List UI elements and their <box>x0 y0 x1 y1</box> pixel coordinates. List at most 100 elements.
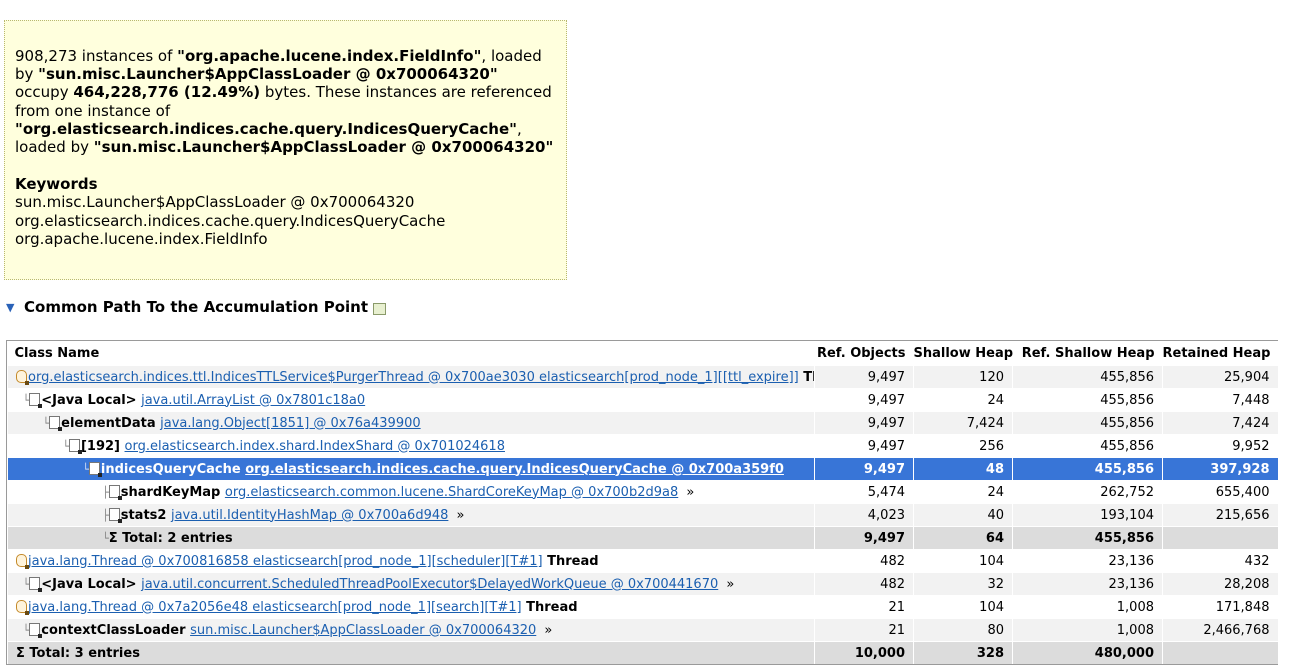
tree-connector: └ <box>16 439 69 453</box>
object-link[interactable]: java.util.ArrayList @ 0x7801c18a0 <box>141 393 365 408</box>
shallow-heap-cell: 24 <box>913 480 1013 504</box>
table-row-selected[interactable]: └ indicesQueryCache org.elasticsearch.ind… <box>7 457 1278 481</box>
shallow-heap-cell: 104 <box>913 549 1013 573</box>
referencing-class: "org.elasticsearch.indices.cache.query.I… <box>15 119 517 138</box>
object-link[interactable]: java.lang.Thread @ 0x700816858 elasticse… <box>28 554 543 569</box>
object-link[interactable]: java.util.IdentityHashMap @ 0x700a6d948 <box>171 508 448 523</box>
sigma-total-label: Σ Total: 2 entries <box>108 530 233 546</box>
retained-heap-cell: 655,400 <box>1162 480 1278 504</box>
ref-shallow-heap-cell: 455,856 <box>1012 411 1163 435</box>
object-link[interactable]: org.elasticsearch.common.lucene.ShardCor… <box>225 485 678 500</box>
shallow-heap-cell: 104 <box>913 595 1013 619</box>
ref-objects-cell: 9,497 <box>814 434 914 458</box>
table-row[interactable]: └ contextClassLoader sun.misc.Launcher$Ap… <box>7 618 1278 642</box>
shallow-heap-cell: 80 <box>913 618 1013 642</box>
tree-connector: ├ <box>16 508 109 522</box>
thread-icon <box>16 553 29 569</box>
table-row[interactable]: org.elasticsearch.indices.ttl.IndicesTTL… <box>7 365 1278 389</box>
table-row[interactable]: └ [192] org.elasticsearch.index.shard.Ind… <box>7 434 1278 458</box>
keyword-item: sun.misc.Launcher$AppClassLoader @ 0x700… <box>15 193 415 212</box>
ref-shallow-heap-cell: 455,856 <box>1012 388 1163 412</box>
section-export-icon[interactable] <box>373 303 387 315</box>
shallow-heap-cell: 48 <box>913 457 1013 481</box>
table-row[interactable]: ├ stats2 java.util.IdentityHashMap @ 0x70… <box>7 503 1278 527</box>
object-link[interactable]: java.lang.Object[1851] @ 0x76a439900 <box>160 416 421 431</box>
tree-connector: └ <box>16 462 89 476</box>
shallow-heap-cell: 64 <box>913 526 1013 550</box>
ref-objects-cell: 9,497 <box>814 388 914 412</box>
table-total-row: Σ Total: 3 entries 10,000 328 480,000 <box>7 641 1278 664</box>
table-row[interactable]: java.lang.Thread @ 0x700816858 elasticse… <box>7 549 1278 573</box>
expand-more-icon[interactable]: » <box>682 485 694 500</box>
object-icon <box>108 484 122 500</box>
object-link[interactable]: sun.misc.Launcher$AppClassLoader @ 0x700… <box>190 623 536 638</box>
expand-more-icon[interactable]: » <box>722 577 734 592</box>
col-header-ref-objects[interactable]: Ref. Objects <box>814 341 914 366</box>
suspect-class: "org.apache.lucene.index.FieldInfo" <box>177 47 482 65</box>
keyword-item: org.elasticsearch.indices.cache.query.In… <box>15 211 446 230</box>
table-row[interactable]: └ <Java Local> java.util.concurrent.Sched… <box>7 572 1278 596</box>
tree-connector: └ <box>16 531 109 545</box>
shallow-heap-cell: 24 <box>913 388 1013 412</box>
object-link[interactable]: org.elasticsearch.indices.ttl.IndicesTTL… <box>28 370 799 385</box>
class-name-cell: └ <Java Local> java.util.concurrent.Sched… <box>7 572 815 596</box>
retained-heap-cell <box>1162 526 1278 550</box>
retained-heap-cell: 215,656 <box>1162 503 1278 527</box>
ref-objects-cell: 9,497 <box>814 365 914 389</box>
ref-objects-cell: 9,497 <box>814 526 914 550</box>
ref-shallow-heap-cell: 455,856 <box>1012 526 1163 550</box>
shallow-heap-cell: 256 <box>913 434 1013 458</box>
tree-connector: └ <box>16 416 50 430</box>
chevron-down-icon[interactable]: ▼ <box>6 301 24 314</box>
retained-heap-cell: 432 <box>1162 549 1278 573</box>
class-name-cell: org.elasticsearch.indices.ttl.IndicesTTL… <box>7 365 815 389</box>
object-icon <box>88 461 102 477</box>
section-header: ▼ Common Path To the Accumulation Point <box>6 296 387 318</box>
retained-heap-cell: 7,448 <box>1162 388 1278 412</box>
shallow-heap-cell: 32 <box>913 572 1013 596</box>
ref-shallow-heap-cell: 455,856 <box>1012 457 1163 481</box>
table-total-row: └Σ Total: 2 entries 9,497 64 455,856 <box>7 526 1278 550</box>
ref-shallow-heap-cell: 23,136 <box>1012 572 1163 596</box>
class-name-cell: └ elementData java.lang.Object[1851] @ 0x… <box>7 411 815 435</box>
retained-heap-cell: 9,952 <box>1162 434 1278 458</box>
table-row[interactable]: ├ shardKeyMap org.elasticsearch.common.lu… <box>7 480 1278 504</box>
ref-shallow-heap-cell: 23,136 <box>1012 549 1163 573</box>
ref-shallow-heap-cell: 1,008 <box>1012 595 1163 619</box>
ref-shallow-heap-cell: 455,856 <box>1012 434 1163 458</box>
object-icon <box>108 507 122 523</box>
retained-heap-cell: 2,466,768 <box>1162 618 1278 642</box>
ref-objects-cell: 21 <box>814 595 914 619</box>
object-link[interactable]: org.elasticsearch.indices.cache.query.In… <box>245 462 784 477</box>
shallow-heap-cell: 328 <box>913 641 1013 664</box>
col-header-shallow-heap[interactable]: Shallow Heap <box>913 341 1013 366</box>
expand-more-icon[interactable]: » <box>540 623 552 638</box>
class-name-cell: ├ stats2 java.util.IdentityHashMap @ 0x70… <box>7 503 815 527</box>
table-row[interactable]: └ <Java Local> java.util.ArrayList @ 0x78… <box>7 388 1278 412</box>
ref-objects-cell: 10,000 <box>814 641 914 664</box>
class-name-cell: Σ Total: 3 entries <box>7 641 815 664</box>
retained-heap-cell: 171,848 <box>1162 595 1278 619</box>
col-header-ref-shallow-heap[interactable]: Ref. Shallow Heap <box>1012 341 1163 366</box>
object-link[interactable]: java.lang.Thread @ 0x7a2056e48 elasticse… <box>28 600 522 615</box>
table-row[interactable]: └ elementData java.lang.Object[1851] @ 0x… <box>7 411 1278 435</box>
object-link[interactable]: org.elasticsearch.index.shard.IndexShard… <box>125 439 505 454</box>
col-header-retained-heap[interactable]: Retained Heap <box>1162 341 1278 366</box>
ref-shallow-heap-cell: 455,856 <box>1012 365 1163 389</box>
shallow-heap-cell: 7,424 <box>913 411 1013 435</box>
expand-more-icon[interactable]: » <box>452 508 465 523</box>
retained-heap-cell <box>1162 641 1278 664</box>
ref-objects-cell: 482 <box>814 549 914 573</box>
object-link[interactable]: java.util.concurrent.ScheduledThreadPool… <box>141 577 718 592</box>
class-name-cell: └Σ Total: 2 entries <box>7 526 815 550</box>
ref-shallow-heap-cell: 1,008 <box>1012 618 1163 642</box>
col-header-class-name[interactable]: Class Name <box>7 341 815 366</box>
ref-objects-cell: 4,023 <box>814 503 914 527</box>
ref-objects-cell: 9,497 <box>814 411 914 435</box>
instance-count: 908,273 <box>15 47 78 65</box>
ref-shallow-heap-cell: 480,000 <box>1012 641 1163 664</box>
class-name-cell: java.lang.Thread @ 0x7a2056e48 elasticse… <box>7 595 815 619</box>
table-row[interactable]: java.lang.Thread @ 0x7a2056e48 elasticse… <box>7 595 1278 619</box>
occupied-size: 464,228,776 (12.49%) <box>73 83 261 102</box>
tree-connector: ├ <box>16 485 109 499</box>
